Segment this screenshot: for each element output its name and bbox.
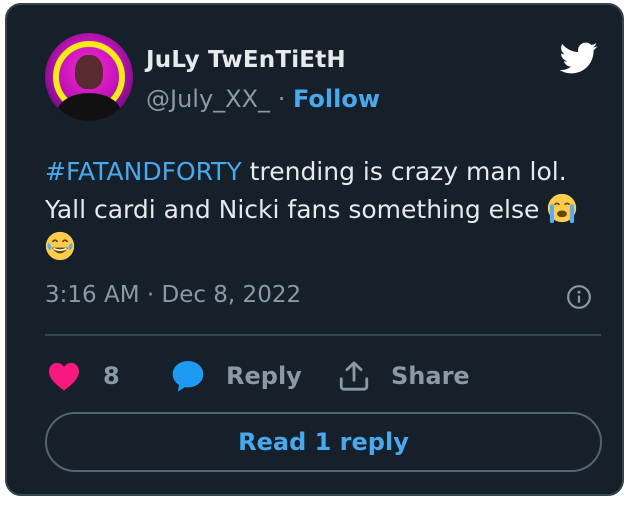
share-button[interactable]: Share <box>337 355 470 397</box>
divider <box>45 334 601 336</box>
read-replies-label: Read 1 reply <box>238 428 409 456</box>
timestamp-row[interactable]: 3:16 AM · Dec 8, 2022 <box>45 282 301 308</box>
tweet-date: Dec 8, 2022 <box>161 282 302 308</box>
avatar[interactable] <box>45 33 133 121</box>
share-upload-icon <box>339 361 369 391</box>
tweet-time: 3:16 AM <box>45 282 140 308</box>
user-handle[interactable]: @July_XX_ <box>146 85 270 113</box>
like-button[interactable]: 8 <box>47 355 120 397</box>
like-count: 8 <box>103 362 120 390</box>
face-with-tears-of-joy-icon <box>45 231 75 261</box>
tweet-text: #FATANDFORTY trending is crazy man lol. … <box>45 153 605 267</box>
avatar-head <box>75 55 103 89</box>
info-icon[interactable] <box>566 284 592 310</box>
time-separator: · <box>146 282 155 308</box>
follow-link[interactable]: Follow <box>293 85 380 113</box>
share-label: Share <box>391 362 470 390</box>
handle-row: @July_XX_ · Follow <box>146 85 380 113</box>
loudly-crying-face-icon <box>548 193 577 223</box>
hashtag-link[interactable]: #FATANDFORTY <box>45 157 242 186</box>
tweet-card[interactable]: JuLy TwEnTiEtH @July_XX_ · Follow #FATAN… <box>5 3 624 496</box>
speech-bubble-icon <box>172 361 204 392</box>
display-name[interactable]: JuLy TwEnTiEtH <box>146 47 346 73</box>
read-replies-button[interactable]: Read 1 reply <box>45 412 602 472</box>
reply-label: Reply <box>226 362 302 390</box>
reply-button[interactable]: Reply <box>170 355 302 397</box>
heart-icon <box>49 362 79 391</box>
handle-separator: · <box>277 85 286 113</box>
twitter-bird-icon[interactable] <box>554 38 602 78</box>
